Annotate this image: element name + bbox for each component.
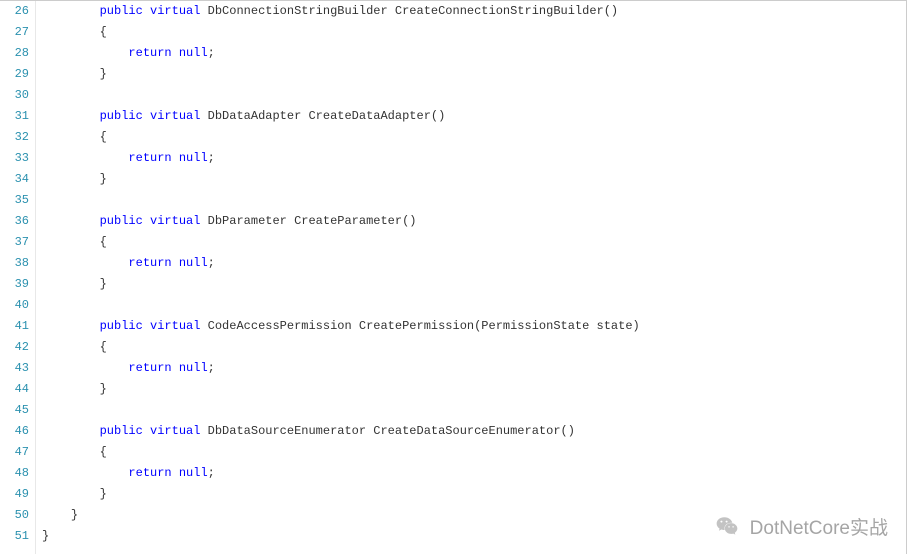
- code-line[interactable]: return null;: [42, 148, 906, 169]
- code-line[interactable]: }: [42, 484, 906, 505]
- line-number: 39: [0, 274, 29, 295]
- line-number: 36: [0, 211, 29, 232]
- code-line[interactable]: public virtual DbConnectionStringBuilder…: [42, 1, 906, 22]
- code-line[interactable]: return null;: [42, 253, 906, 274]
- line-number: 51: [0, 526, 29, 547]
- line-number: 47: [0, 442, 29, 463]
- line-number: 42: [0, 337, 29, 358]
- line-number: 35: [0, 190, 29, 211]
- code-editor: 2627282930313233343536373839404142434445…: [0, 1, 906, 554]
- line-number: 32: [0, 127, 29, 148]
- line-number: 29: [0, 64, 29, 85]
- line-number: 43: [0, 358, 29, 379]
- code-line[interactable]: {: [42, 232, 906, 253]
- line-number: 27: [0, 22, 29, 43]
- code-line[interactable]: [42, 400, 906, 421]
- code-line[interactable]: }: [42, 505, 906, 526]
- line-number-gutter: 2627282930313233343536373839404142434445…: [0, 1, 36, 554]
- code-line[interactable]: public virtual DbDataSourceEnumerator Cr…: [42, 421, 906, 442]
- code-line[interactable]: {: [42, 127, 906, 148]
- code-area[interactable]: public virtual DbConnectionStringBuilder…: [36, 1, 906, 554]
- line-number: 34: [0, 169, 29, 190]
- line-number: 28: [0, 43, 29, 64]
- code-line[interactable]: }: [42, 379, 906, 400]
- code-line[interactable]: [42, 85, 906, 106]
- line-number: 33: [0, 148, 29, 169]
- code-line[interactable]: [42, 295, 906, 316]
- line-number: 26: [0, 1, 29, 22]
- code-line[interactable]: return null;: [42, 463, 906, 484]
- code-line[interactable]: public virtual CodeAccessPermission Crea…: [42, 316, 906, 337]
- line-number: 49: [0, 484, 29, 505]
- code-line[interactable]: return null;: [42, 43, 906, 64]
- line-number: 41: [0, 316, 29, 337]
- code-line[interactable]: return null;: [42, 358, 906, 379]
- code-line[interactable]: public virtual DbDataAdapter CreateDataA…: [42, 106, 906, 127]
- code-line[interactable]: {: [42, 337, 906, 358]
- line-number: 44: [0, 379, 29, 400]
- code-line[interactable]: }: [42, 169, 906, 190]
- line-number: 37: [0, 232, 29, 253]
- code-line[interactable]: {: [42, 22, 906, 43]
- line-number: 40: [0, 295, 29, 316]
- code-line[interactable]: public virtual DbParameter CreateParamet…: [42, 211, 906, 232]
- code-line[interactable]: }: [42, 64, 906, 85]
- code-line[interactable]: }: [42, 274, 906, 295]
- line-number: 30: [0, 85, 29, 106]
- line-number: 46: [0, 421, 29, 442]
- code-line[interactable]: }: [42, 526, 906, 547]
- code-line[interactable]: {: [42, 442, 906, 463]
- line-number: 50: [0, 505, 29, 526]
- code-line[interactable]: [42, 190, 906, 211]
- line-number: 48: [0, 463, 29, 484]
- line-number: 45: [0, 400, 29, 421]
- line-number: 38: [0, 253, 29, 274]
- line-number: 31: [0, 106, 29, 127]
